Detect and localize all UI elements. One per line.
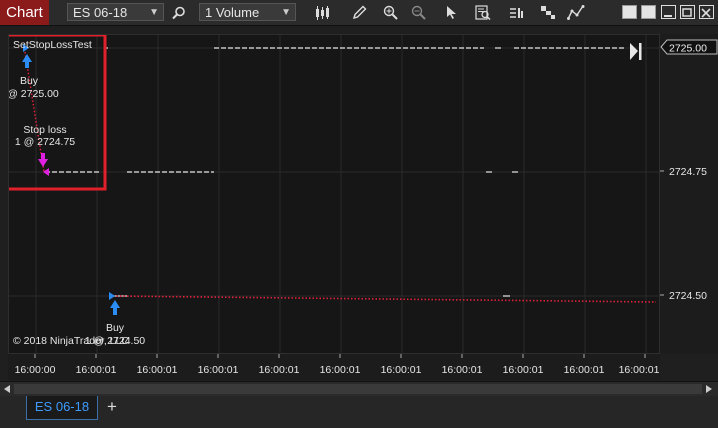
bars-type-icon[interactable] bbox=[312, 3, 332, 22]
buy-price-label: 1 @ 2724.50 bbox=[85, 335, 145, 347]
x-tick-label: 16:00:01 bbox=[137, 364, 178, 376]
buy-arrow-icon bbox=[110, 300, 120, 315]
scroll-to-end-icon[interactable] bbox=[630, 43, 642, 60]
pencil-icon[interactable] bbox=[349, 3, 369, 22]
indicators-icon[interactable] bbox=[507, 3, 527, 22]
y-tick-label: 2724.75 bbox=[669, 166, 707, 178]
scroll-left-icon[interactable] bbox=[4, 385, 10, 393]
stop-loss-arrow-icon bbox=[38, 153, 48, 167]
x-tick-label: 16:00:01 bbox=[381, 364, 422, 376]
chart-toolbar: Chart ES 06-18 ▼ 1 Volume ▼ bbox=[0, 0, 718, 26]
x-tick-label: 16:00:01 bbox=[259, 364, 300, 376]
zoom-in-icon[interactable] bbox=[380, 3, 400, 22]
tab-es-06-18[interactable]: ES 06-18 bbox=[26, 396, 98, 420]
trade-line-2 bbox=[112, 295, 657, 303]
strategies-icon[interactable] bbox=[538, 3, 558, 22]
drawing-tools-icon[interactable] bbox=[566, 3, 586, 22]
instrument-value: ES 06-18 bbox=[73, 5, 128, 20]
maximize-button[interactable] bbox=[680, 5, 695, 19]
highlight-box bbox=[9, 35, 107, 191]
x-tick-label: 16:00:01 bbox=[76, 364, 117, 376]
price-axis[interactable]: 2725.00 2724.75 2724.50 bbox=[660, 34, 718, 354]
current-price-value: 2725.00 bbox=[669, 43, 707, 55]
stop-loss-price-label: 1 @ 2724.75 bbox=[15, 136, 75, 148]
tile-window-button[interactable] bbox=[622, 5, 637, 19]
scrollbar-thumb[interactable] bbox=[14, 384, 702, 394]
horizontal-scrollbar[interactable] bbox=[0, 381, 718, 397]
restore-window-button[interactable] bbox=[641, 5, 656, 19]
x-tick-label: 16:00:01 bbox=[442, 364, 483, 376]
minimize-button[interactable] bbox=[661, 5, 676, 19]
x-tick-label: 16:00:00 bbox=[15, 364, 56, 376]
close-button[interactable] bbox=[699, 5, 714, 19]
chevron-down-icon: ▼ bbox=[149, 7, 159, 18]
buy-arrow-icon bbox=[22, 54, 32, 68]
search-icon[interactable] bbox=[169, 3, 189, 22]
data-box-icon[interactable] bbox=[473, 3, 493, 22]
buy-execution-marker bbox=[109, 292, 115, 300]
y-tick-label: 2724.50 bbox=[669, 290, 707, 302]
x-tick-label: 16:00:01 bbox=[619, 364, 660, 376]
instrument-selector[interactable]: ES 06-18 ▼ bbox=[67, 3, 164, 21]
interval-selector[interactable]: 1 Volume ▼ bbox=[199, 3, 296, 21]
chart-window-tab[interactable]: Chart bbox=[0, 0, 49, 25]
horizontal-gridlines bbox=[9, 47, 661, 297]
pointer-icon[interactable] bbox=[442, 3, 462, 22]
stop-loss-label: Stop loss bbox=[23, 124, 66, 136]
strategy-label: SetStopLossTest bbox=[13, 39, 92, 51]
chart-tab-bar: ES 06-18 + bbox=[0, 396, 718, 428]
buy-label: Buy bbox=[20, 75, 39, 87]
x-tick-label: 16:00:01 bbox=[564, 364, 605, 376]
x-tick-label: 16:00:01 bbox=[320, 364, 361, 376]
add-tab-button[interactable]: + bbox=[103, 398, 121, 416]
x-tick-label: 16:00:01 bbox=[503, 364, 544, 376]
stop-execution-marker bbox=[43, 168, 49, 176]
x-tick-label: 16:00:01 bbox=[198, 364, 239, 376]
chevron-down-icon: ▼ bbox=[281, 7, 291, 18]
buy-price-label: @ 2725.00 bbox=[9, 88, 59, 100]
buy-label: Buy bbox=[106, 322, 125, 334]
vertical-gridlines bbox=[35, 35, 647, 355]
time-axis[interactable]: 16:00:00 16:00:01 16:00:01 16:00:01 16:0… bbox=[8, 354, 660, 380]
scroll-right-icon[interactable] bbox=[706, 385, 712, 393]
interval-value: 1 Volume bbox=[205, 5, 260, 20]
chart-panel[interactable]: SetStopLossTest Buy @ 2725.00 Stop loss … bbox=[8, 34, 661, 355]
zoom-out-icon[interactable] bbox=[408, 3, 428, 22]
